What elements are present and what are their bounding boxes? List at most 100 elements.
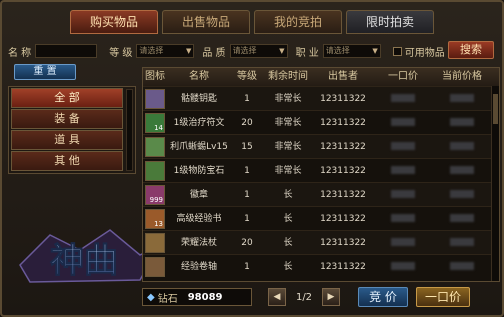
item-icon: 999: [145, 184, 165, 205]
item-seller: 12311322: [320, 165, 366, 176]
item-level: 1: [244, 165, 250, 176]
category-equipment[interactable]: 装 备: [11, 109, 123, 129]
item-name: 荣耀法杖: [180, 237, 217, 248]
tab-my-bids[interactable]: 我的竞拍: [254, 10, 342, 34]
chevron-down-icon: ▼: [279, 47, 285, 55]
item-current-price: [433, 135, 491, 159]
blurred-price: [391, 262, 415, 270]
name-input[interactable]: [35, 44, 98, 58]
item-level: 1: [244, 93, 250, 104]
item-name: 1级物防宝石: [173, 165, 225, 176]
item-name: 徽章: [189, 189, 208, 200]
item-level: 20: [241, 117, 253, 128]
item-icon-cell: [143, 88, 167, 109]
blurred-price: [391, 214, 415, 222]
item-icon: [145, 256, 165, 277]
blurred-price: [450, 214, 474, 222]
item-level: 20: [241, 237, 253, 248]
item-level: 1: [244, 189, 250, 200]
table-row[interactable]: 14 1级治疗符文 20 非常长 12311322: [143, 110, 499, 134]
quality-select[interactable]: 请选择 ▼: [229, 44, 288, 58]
bid-button[interactable]: 竞 价: [358, 287, 408, 307]
item-icon: [145, 232, 165, 253]
blurred-price: [450, 94, 474, 102]
table-row[interactable]: 1级物防宝石 1 非常长 12311322: [143, 158, 499, 182]
item-icon: 14: [145, 112, 165, 133]
item-icon: [145, 136, 165, 157]
item-remaining-time: 非常长: [274, 165, 302, 176]
blurred-price: [450, 190, 474, 198]
category-scrollbar[interactable]: [126, 89, 133, 171]
next-page-button[interactable]: ▶: [322, 288, 340, 306]
item-buyout-price: [373, 111, 433, 135]
chevron-down-icon: ▼: [372, 47, 378, 55]
job-label: 职 业: [295, 47, 319, 59]
item-remaining-time: 非常长: [274, 141, 302, 152]
reset-button[interactable]: 重 置: [14, 64, 76, 80]
blurred-price: [391, 166, 415, 174]
item-icon: [145, 160, 165, 181]
table-scrollbar[interactable]: [491, 86, 499, 281]
category-items[interactable]: 道 具: [11, 130, 123, 150]
blurred-price: [391, 94, 415, 102]
auction-window: 购买物品 出售物品 我的竞拍 限时拍卖 名 称 等 级 请选择 ▼ 品 质 请选择…: [0, 0, 504, 317]
item-name: 1级治疗符文: [173, 117, 225, 128]
blurred-price: [391, 238, 415, 246]
prev-page-button[interactable]: ◀: [268, 288, 286, 306]
currency-display: ◆ 钻石 98089: [142, 288, 252, 306]
item-icon-cell: [143, 232, 167, 253]
usable-items-checkbox[interactable]: [392, 46, 402, 56]
item-icon-cell: [143, 160, 167, 181]
item-current-price: [433, 111, 491, 135]
blurred-price: [450, 238, 474, 246]
table-scrollbar-thumb[interactable]: [493, 94, 498, 124]
item-table: 图标 名称 等级 剩余时间 出售者 一口价 当前价格 骷髅钥匙 1 非常长 12311…: [142, 67, 500, 282]
table-row[interactable]: 利爪蜥蜴Lv15 15 非常长 12311322: [143, 134, 499, 158]
blurred-price: [450, 118, 474, 126]
table-row[interactable]: 经验卷轴 1 长 12311322: [143, 254, 499, 278]
table-body: 骷髅钥匙 1 非常长 12311322 14 1级治疗符文 20 非常长 12311322 利爪蜥…: [143, 86, 499, 278]
job-select-value: 请选择: [325, 46, 350, 55]
item-seller: 12311322: [320, 237, 366, 248]
blurred-price: [450, 166, 474, 174]
item-icon-cell: 999: [143, 184, 167, 205]
item-icon-cell: 14: [143, 112, 167, 133]
item-current-price: [433, 159, 491, 183]
item-current-price: [433, 231, 491, 255]
bottom-bar: ◆ 钻石 98089 ◀ 1/2 ▶ 竞 价 一口价: [142, 285, 500, 309]
search-button[interactable]: 搜索: [448, 41, 494, 59]
item-current-price: [433, 207, 491, 231]
blurred-price: [391, 118, 415, 126]
currency-value: 98089: [187, 291, 223, 303]
item-buyout-price: [373, 255, 433, 279]
table-row[interactable]: 999 徽章 1 长 12311322: [143, 182, 499, 206]
table-row[interactable]: 13 高级经验书 1 长 12311322: [143, 206, 499, 230]
tab-sell-items[interactable]: 出售物品: [162, 10, 250, 34]
item-name: 经验卷轴: [180, 261, 217, 272]
item-current-price: [433, 87, 491, 111]
item-current-price: [433, 183, 491, 207]
blurred-price: [391, 190, 415, 198]
item-remaining-time: 长: [283, 189, 293, 200]
tab-timed-auction[interactable]: 限时拍卖: [346, 10, 434, 34]
col-remaining-time: 剩余时间: [268, 71, 308, 82]
item-remaining-time: 长: [283, 237, 293, 248]
blurred-price: [391, 142, 415, 150]
tab-buy-items[interactable]: 购买物品: [70, 10, 158, 34]
table-row[interactable]: 骷髅钥匙 1 非常长 12311322: [143, 86, 499, 110]
blurred-price: [450, 142, 474, 150]
table-row[interactable]: 荣耀法杖 20 长 12311322: [143, 230, 499, 254]
level-select[interactable]: 请选择 ▼: [136, 44, 195, 58]
buyout-button[interactable]: 一口价: [416, 287, 470, 307]
item-seller: 12311322: [320, 189, 366, 200]
page-indicator: 1/2: [295, 291, 313, 303]
item-remaining-time: 非常长: [274, 93, 302, 104]
category-all[interactable]: 全 部: [11, 88, 123, 108]
stack-count: 999: [149, 195, 163, 204]
quality-label: 品 质: [202, 47, 226, 59]
job-select[interactable]: 请选择 ▼: [322, 44, 381, 58]
stack-count: 13: [154, 219, 163, 228]
blurred-price: [450, 262, 474, 270]
category-other[interactable]: 其 他: [11, 151, 123, 171]
col-icon: 图标: [145, 71, 165, 82]
